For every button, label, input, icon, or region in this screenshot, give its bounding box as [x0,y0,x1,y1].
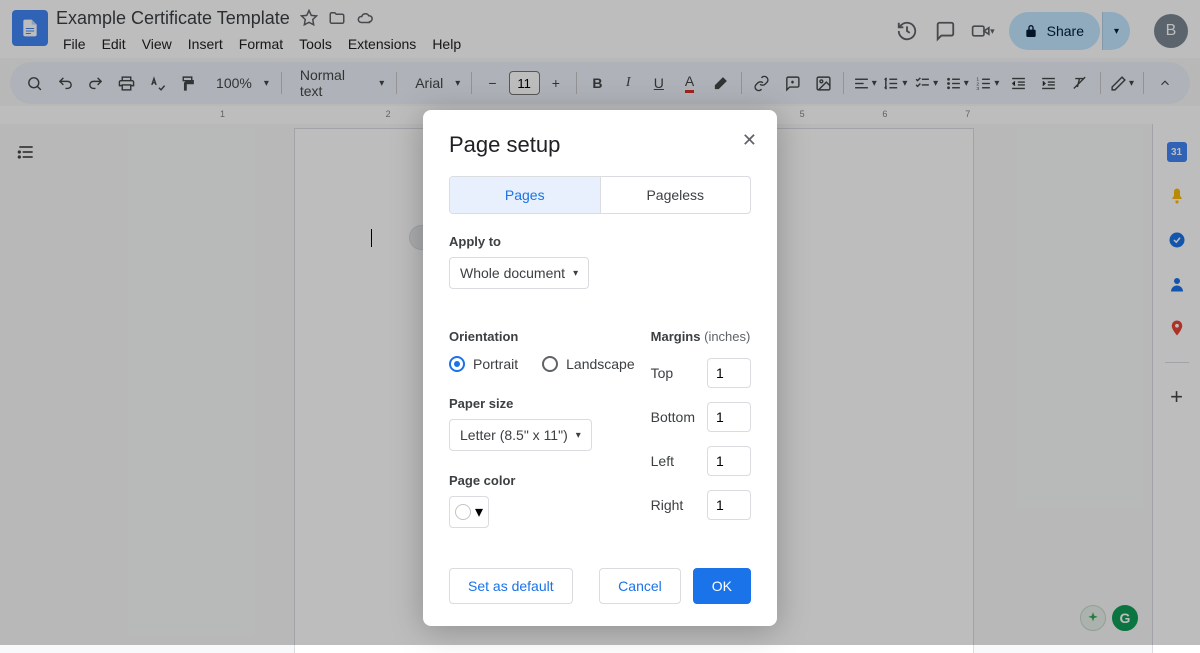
color-circle-icon [455,504,471,520]
margin-left-input[interactable] [707,446,751,476]
tab-pageless[interactable]: Pageless [601,177,751,213]
dialog-title: Page setup [449,132,751,158]
paper-size-select[interactable]: Letter (8.5" x 11") ▾ [449,419,592,451]
margin-bottom-input[interactable] [707,402,751,432]
apply-to-value: Whole document [460,265,565,281]
margins-label: Margins (inches) [651,329,751,344]
page-color-select[interactable]: ▾ [449,496,489,528]
page-setup-dialog: Page setup ✕ Pages Pageless Apply to Who… [423,110,777,626]
paper-size-label: Paper size [449,396,635,411]
orientation-label: Orientation [449,329,635,344]
radio-label: Landscape [566,356,635,372]
chevron-down-icon: ▾ [573,268,578,279]
page-color-label: Page color [449,473,635,488]
chevron-down-icon: ▾ [576,430,581,441]
margin-top-label: Top [651,365,674,381]
orientation-portrait-radio[interactable]: Portrait [449,356,518,372]
margin-right-label: Right [651,497,684,513]
paper-size-value: Letter (8.5" x 11") [460,427,568,443]
ok-button[interactable]: OK [693,568,751,604]
set-default-button[interactable]: Set as default [449,568,573,604]
dialog-tabs: Pages Pageless [449,176,751,214]
close-icon[interactable]: ✕ [742,130,757,151]
apply-to-label: Apply to [449,234,751,249]
radio-selected-icon [449,356,465,372]
margin-top-input[interactable] [707,358,751,388]
apply-to-select[interactable]: Whole document ▾ [449,257,589,289]
tab-pages[interactable]: Pages [450,177,601,213]
radio-unselected-icon [542,356,558,372]
margin-right-input[interactable] [707,490,751,520]
chevron-down-icon: ▾ [475,502,483,522]
orientation-landscape-radio[interactable]: Landscape [542,356,635,372]
cancel-button[interactable]: Cancel [599,568,681,604]
margin-left-label: Left [651,453,674,469]
margin-bottom-label: Bottom [651,409,695,425]
radio-label: Portrait [473,356,518,372]
